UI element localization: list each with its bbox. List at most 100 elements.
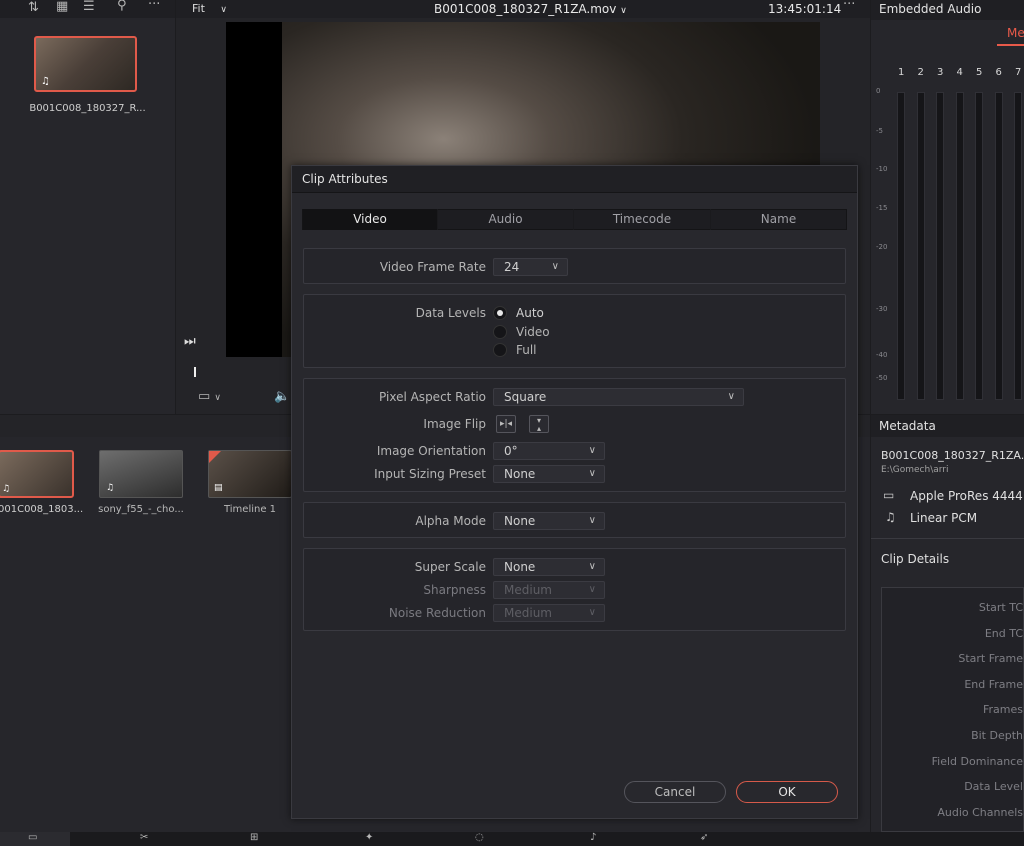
meter-tick-label: -40 (876, 351, 888, 359)
tab-video[interactable]: Video (303, 209, 438, 230)
cancel-button[interactable]: Cancel (624, 781, 726, 803)
meter-tick-label: -10 (876, 165, 888, 173)
audio-tab[interactable]: Me (1007, 26, 1024, 40)
flip-horizontal-button[interactable]: ▸|◂ (496, 415, 516, 433)
meter-tick-label: -50 (876, 374, 888, 382)
list-view-icon[interactable]: ☰ (83, 0, 95, 14)
edit-page-icon[interactable]: ⊞ (250, 832, 258, 843)
chevron-down-icon: ∨ (588, 607, 596, 618)
ok-button[interactable]: OK (736, 781, 838, 803)
deliver-page-icon[interactable]: ➶ (700, 832, 708, 843)
super-scale-label: Super Scale (414, 560, 486, 574)
bin-clip-1[interactable]: ♫ (0, 450, 74, 498)
audio-tab-underline (997, 44, 1024, 46)
data-levels-video-radio[interactable] (493, 325, 507, 339)
video-frame-rate-dropdown[interactable]: 24 ∨ (493, 258, 568, 276)
pixel-aspect-dropdown[interactable]: Square ∨ (493, 388, 744, 406)
tab-name[interactable]: Name (711, 209, 846, 230)
grid-view-icon[interactable]: ▦ (56, 0, 68, 14)
fusion-page-icon[interactable]: ✦ (365, 832, 373, 843)
meter-bar (916, 92, 925, 400)
chevron-down-icon: ∨ (220, 5, 227, 15)
flip-vertical-button[interactable]: ▾ ▴ (529, 415, 549, 433)
dialog-titlebar: Clip Attributes (292, 166, 857, 193)
image-orientation-label: Image Orientation (376, 444, 486, 458)
clip-detail-field: Start TC (978, 601, 1023, 614)
tab-timecode[interactable]: Timecode (574, 209, 711, 230)
timeline-corner-badge (209, 451, 221, 463)
chevron-down-icon: ∨ (727, 391, 735, 402)
tab-audio[interactable]: Audio (438, 209, 574, 230)
more-options-icon[interactable]: ··· (148, 0, 160, 12)
data-levels-label: Data Levels (415, 306, 486, 320)
metadata-header: Metadata (871, 415, 1024, 437)
meter-tick-label: -5 (876, 127, 883, 135)
flip-horizontal-icon: ▸|◂ (499, 419, 513, 429)
clip-details-title: Clip Details (881, 552, 950, 566)
meter-bar (994, 92, 1003, 400)
flip-vertical-icon: ▾ ▴ (536, 416, 541, 433)
meter-bar (936, 92, 944, 400)
metadata-path: E:\Gomech\arri (881, 465, 949, 475)
sort-icon[interactable]: ⇅ (28, 0, 39, 15)
audio-codec-icon: ♫ (885, 510, 896, 524)
scrubber[interactable] (194, 367, 290, 377)
meter-bar (975, 92, 983, 400)
meter-channel-label: 5 (976, 67, 983, 78)
pixel-aspect-label: Pixel Aspect Ratio (379, 390, 486, 404)
super-scale-value: None (504, 560, 536, 574)
clip-thumbnail[interactable]: ♫ (34, 36, 137, 92)
go-to-end-icon[interactable]: ⏭ (184, 334, 196, 349)
chevron-down-icon: ∨ (588, 515, 596, 526)
meter-channel-label: 6 (995, 67, 1002, 78)
fairlight-page-icon[interactable]: ♪ (590, 832, 596, 843)
more-options-icon[interactable]: ··· (843, 0, 855, 12)
data-levels-full-radio[interactable] (493, 343, 507, 357)
data-levels-auto-label: Auto (516, 306, 544, 320)
data-levels-full-label: Full (516, 343, 537, 357)
clip-detail-field: Bit Depth (971, 729, 1023, 742)
meter-tick-label: -30 (876, 305, 888, 313)
alpha-mode-dropdown[interactable]: None ∨ (493, 512, 605, 530)
cut-page-icon[interactable]: ✂ (140, 832, 148, 843)
viewer-title[interactable]: B001C008_180327_R1ZA.mov ∨ (434, 2, 627, 16)
scrubber-handle[interactable] (194, 367, 196, 377)
search-icon[interactable]: ⚲ (117, 0, 127, 13)
divider (871, 538, 1024, 539)
meter-tick-label: 0 (876, 87, 881, 95)
color-page-icon[interactable]: ◌ (475, 832, 484, 843)
sharpness-dropdown: Medium ∨ (493, 581, 605, 599)
video-frame-rate-label: Video Frame Rate (379, 260, 486, 274)
page-bar: ▭ ✂ ⊞ ✦ ◌ ♪ ➶ (0, 832, 1024, 846)
metadata-filename: B001C008_180327_R1ZA.m (881, 449, 1024, 462)
data-levels-auto-radio[interactable] (493, 306, 507, 320)
super-scale-dropdown[interactable]: None ∨ (493, 558, 605, 576)
viewer-title-text: B001C008_180327_R1ZA.mov (434, 2, 617, 16)
meter-bar (955, 92, 964, 400)
bin-timeline[interactable]: ▤ (208, 450, 292, 498)
chevron-down-icon: ∨ (620, 6, 627, 16)
video-frame-rate-value: 24 (504, 260, 520, 274)
bin-clip-1-label: 001C008_1803... (0, 504, 84, 515)
clip-detail-field: End Frame (964, 677, 1023, 691)
media-page-icon[interactable]: ▭ (28, 832, 37, 843)
meter-tick-label: -15 (876, 204, 888, 212)
chevron-down-icon: ∨ (551, 261, 559, 272)
radio-dot (497, 310, 503, 316)
alpha-mode-value: None (504, 514, 536, 528)
metadata-panel: B001C008_180327_R1ZA.m E:\Gomech\arri ▭ … (871, 437, 1024, 832)
bin-clip-2[interactable]: ♫ (99, 450, 183, 498)
timecode-display: 13:45:01:14 (768, 2, 842, 16)
viewer-header: Fit ∨ B001C008_180327_R1ZA.mov ∨ 13:45:0… (176, 0, 870, 18)
clip-detail-field: End TC (984, 626, 1023, 640)
input-sizing-dropdown[interactable]: None ∨ (493, 465, 605, 483)
meter-tick-label: -20 (876, 243, 888, 251)
volume-icon[interactable]: 🔈 (274, 389, 290, 404)
image-orientation-dropdown[interactable]: 0° ∨ (493, 442, 605, 460)
clip-detail-field: Start Frame (958, 652, 1023, 666)
media-pool: ♫ B001C008_180327_R... (0, 18, 175, 414)
zoom-dropdown[interactable]: Fit ∨ (192, 2, 227, 15)
clip-details-box: Start TC End TC Start Frame End Frame Frames… (881, 587, 1024, 832)
image-flip-label: Image Flip (423, 417, 486, 431)
frame-display-icon[interactable]: ▭ ∨ (198, 389, 221, 404)
